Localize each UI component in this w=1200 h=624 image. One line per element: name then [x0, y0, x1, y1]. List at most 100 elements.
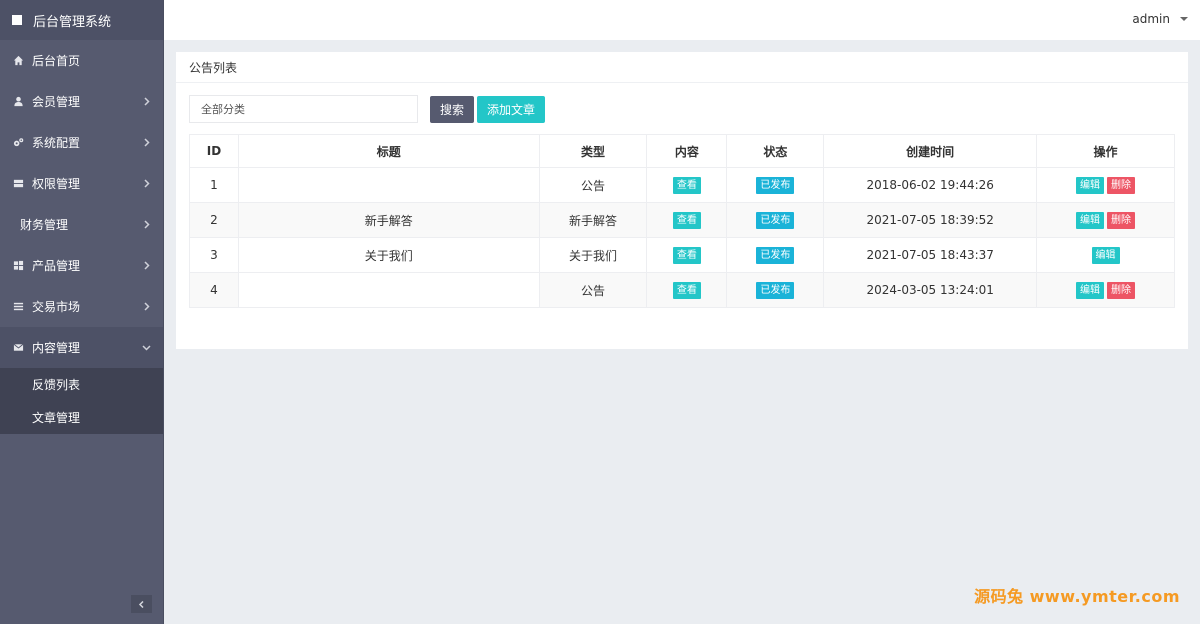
sidebar-item-home[interactable]: 后台首页 [0, 40, 163, 81]
view-button[interactable]: 查看 [672, 211, 701, 229]
chevron-right-icon [142, 177, 151, 188]
user-menu[interactable]: admin [1132, 12, 1188, 26]
table-row: 1 公告 查看 已发布 2018-06-02 19:44:26 编辑 删除 [189, 167, 1175, 203]
status-badge: 已发布 [756, 211, 795, 229]
edit-button[interactable]: 编辑 [1076, 176, 1105, 194]
chevron-right-icon [142, 136, 151, 147]
cell-type: 公告 [538, 167, 648, 203]
column-header-type: 类型 [538, 134, 648, 168]
chevron-right-icon [142, 259, 151, 270]
cell-content: 查看 [646, 272, 728, 308]
sidebar-item-label: 产品管理 [32, 259, 81, 273]
search-button[interactable]: 搜索 [430, 95, 474, 123]
cell-title: 关于我们 [237, 237, 540, 273]
cell-title [237, 272, 540, 308]
column-header-status: 状态 [726, 134, 825, 168]
chevron-right-icon [142, 95, 151, 106]
announcement-table: ID 标题 类型 内容 状态 创建时间 操作 1 公告 查看 已发布 2018-… [189, 134, 1175, 308]
sidebar-item-market[interactable]: 交易市场 [0, 286, 163, 327]
cell-id: 2 [189, 202, 239, 238]
view-button[interactable]: 查看 [672, 176, 701, 194]
cell-type: 关于我们 [538, 237, 648, 273]
sidebar-item-label: 内容管理 [32, 341, 81, 355]
sidebar: 后台管理系统 后台首页 会员管理 系统配置 权限管理 财务管理 产品管理 交易市… [0, 0, 164, 624]
list-icon [12, 301, 24, 313]
edit-button[interactable]: 编辑 [1076, 211, 1105, 229]
sidebar-item-products[interactable]: 产品管理 [0, 245, 163, 286]
logo-icon [12, 15, 22, 25]
cell-status: 已发布 [726, 237, 825, 273]
edit-button[interactable]: 编辑 [1076, 281, 1105, 299]
cell-status: 已发布 [726, 272, 825, 308]
column-header-created: 创建时间 [823, 134, 1038, 168]
home-icon [12, 55, 24, 67]
chevron-right-icon [142, 218, 151, 229]
cell-title [237, 167, 540, 203]
delete-button[interactable]: 删除 [1107, 176, 1136, 194]
sidebar-item-label: 交易市场 [32, 300, 81, 314]
cell-content: 查看 [646, 202, 728, 238]
cell-content: 查看 [646, 237, 728, 273]
cell-id: 1 [189, 167, 239, 203]
submenu-item-articles[interactable]: 文章管理 [0, 401, 163, 434]
cell-status: 已发布 [726, 202, 825, 238]
panel-title: 公告列表 [176, 52, 1188, 83]
column-header-actions: 操作 [1036, 134, 1175, 168]
sidebar-collapse-button[interactable] [131, 595, 152, 613]
status-badge: 已发布 [756, 246, 795, 264]
app-title: 后台管理系统 [33, 14, 112, 30]
submenu-item-feedback[interactable]: 反馈列表 [0, 368, 163, 401]
view-button[interactable]: 查看 [672, 281, 701, 299]
app-brand[interactable]: 后台管理系统 [0, 0, 163, 40]
top-bar: admin [164, 0, 1200, 40]
user-icon [12, 96, 24, 108]
cell-content: 查看 [646, 167, 728, 203]
column-header-title: 标题 [237, 134, 540, 168]
edit-button[interactable]: 编辑 [1091, 246, 1120, 264]
column-header-id: ID [189, 134, 239, 168]
envelope-icon [12, 342, 24, 354]
cell-created: 2021-07-05 18:39:52 [823, 202, 1038, 238]
announcement-panel: 公告列表 全部分类 搜索 添加文章 ID 标题 类型 内容 状态 创建时间 操作… [176, 52, 1188, 349]
cogs-icon [12, 137, 24, 149]
cell-actions: 编辑 删除 [1036, 272, 1175, 308]
table-header-row: ID 标题 类型 内容 状态 创建时间 操作 [189, 134, 1175, 168]
cell-type: 公告 [538, 272, 648, 308]
column-header-content: 内容 [646, 134, 728, 168]
sidebar-item-label: 会员管理 [32, 95, 81, 109]
category-select[interactable]: 全部分类 [189, 95, 418, 123]
cell-title: 新手解答 [237, 202, 540, 238]
delete-button[interactable]: 删除 [1107, 281, 1136, 299]
watermark: 源码兔 www.ymter.com [974, 587, 1180, 606]
chevron-right-icon [142, 300, 151, 311]
table-row: 2 新手解答 新手解答 查看 已发布 2021-07-05 18:39:52 编… [189, 202, 1175, 238]
sidebar-item-system-config[interactable]: 系统配置 [0, 122, 163, 163]
chevron-left-icon [138, 600, 144, 608]
cell-actions: 编辑 删除 [1036, 167, 1175, 203]
cell-id: 3 [189, 237, 239, 273]
sidebar-item-content[interactable]: 内容管理 [0, 327, 163, 368]
caret-down-icon [1180, 17, 1188, 21]
table-row: 4 公告 查看 已发布 2024-03-05 13:24:01 编辑 删除 [189, 272, 1175, 308]
delete-button[interactable]: 删除 [1107, 211, 1136, 229]
sidebar-item-permissions[interactable]: 权限管理 [0, 163, 163, 204]
server-icon [12, 178, 24, 190]
sidebar-item-members[interactable]: 会员管理 [0, 81, 163, 122]
cell-id: 4 [189, 272, 239, 308]
cell-actions: 编辑 [1036, 237, 1175, 273]
chevron-down-icon [142, 341, 151, 351]
sidebar-nav: 后台首页 会员管理 系统配置 权限管理 财务管理 产品管理 交易市场 内容管理 [0, 40, 163, 368]
sidebar-item-label: 系统配置 [32, 136, 81, 150]
status-badge: 已发布 [756, 281, 795, 299]
sidebar-item-label: 后台首页 [32, 54, 81, 68]
sidebar-item-finance[interactable]: 财务管理 [0, 204, 163, 245]
cell-status: 已发布 [726, 167, 825, 203]
cell-actions: 编辑 删除 [1036, 202, 1175, 238]
content-submenu: 反馈列表 文章管理 [0, 368, 163, 434]
table-row: 3 关于我们 关于我们 查看 已发布 2021-07-05 18:43:37 编… [189, 237, 1175, 273]
windows-icon [12, 260, 24, 272]
view-button[interactable]: 查看 [672, 246, 701, 264]
cell-type: 新手解答 [538, 202, 648, 238]
add-article-button[interactable]: 添加文章 [477, 95, 545, 123]
cell-created: 2018-06-02 19:44:26 [823, 167, 1038, 203]
